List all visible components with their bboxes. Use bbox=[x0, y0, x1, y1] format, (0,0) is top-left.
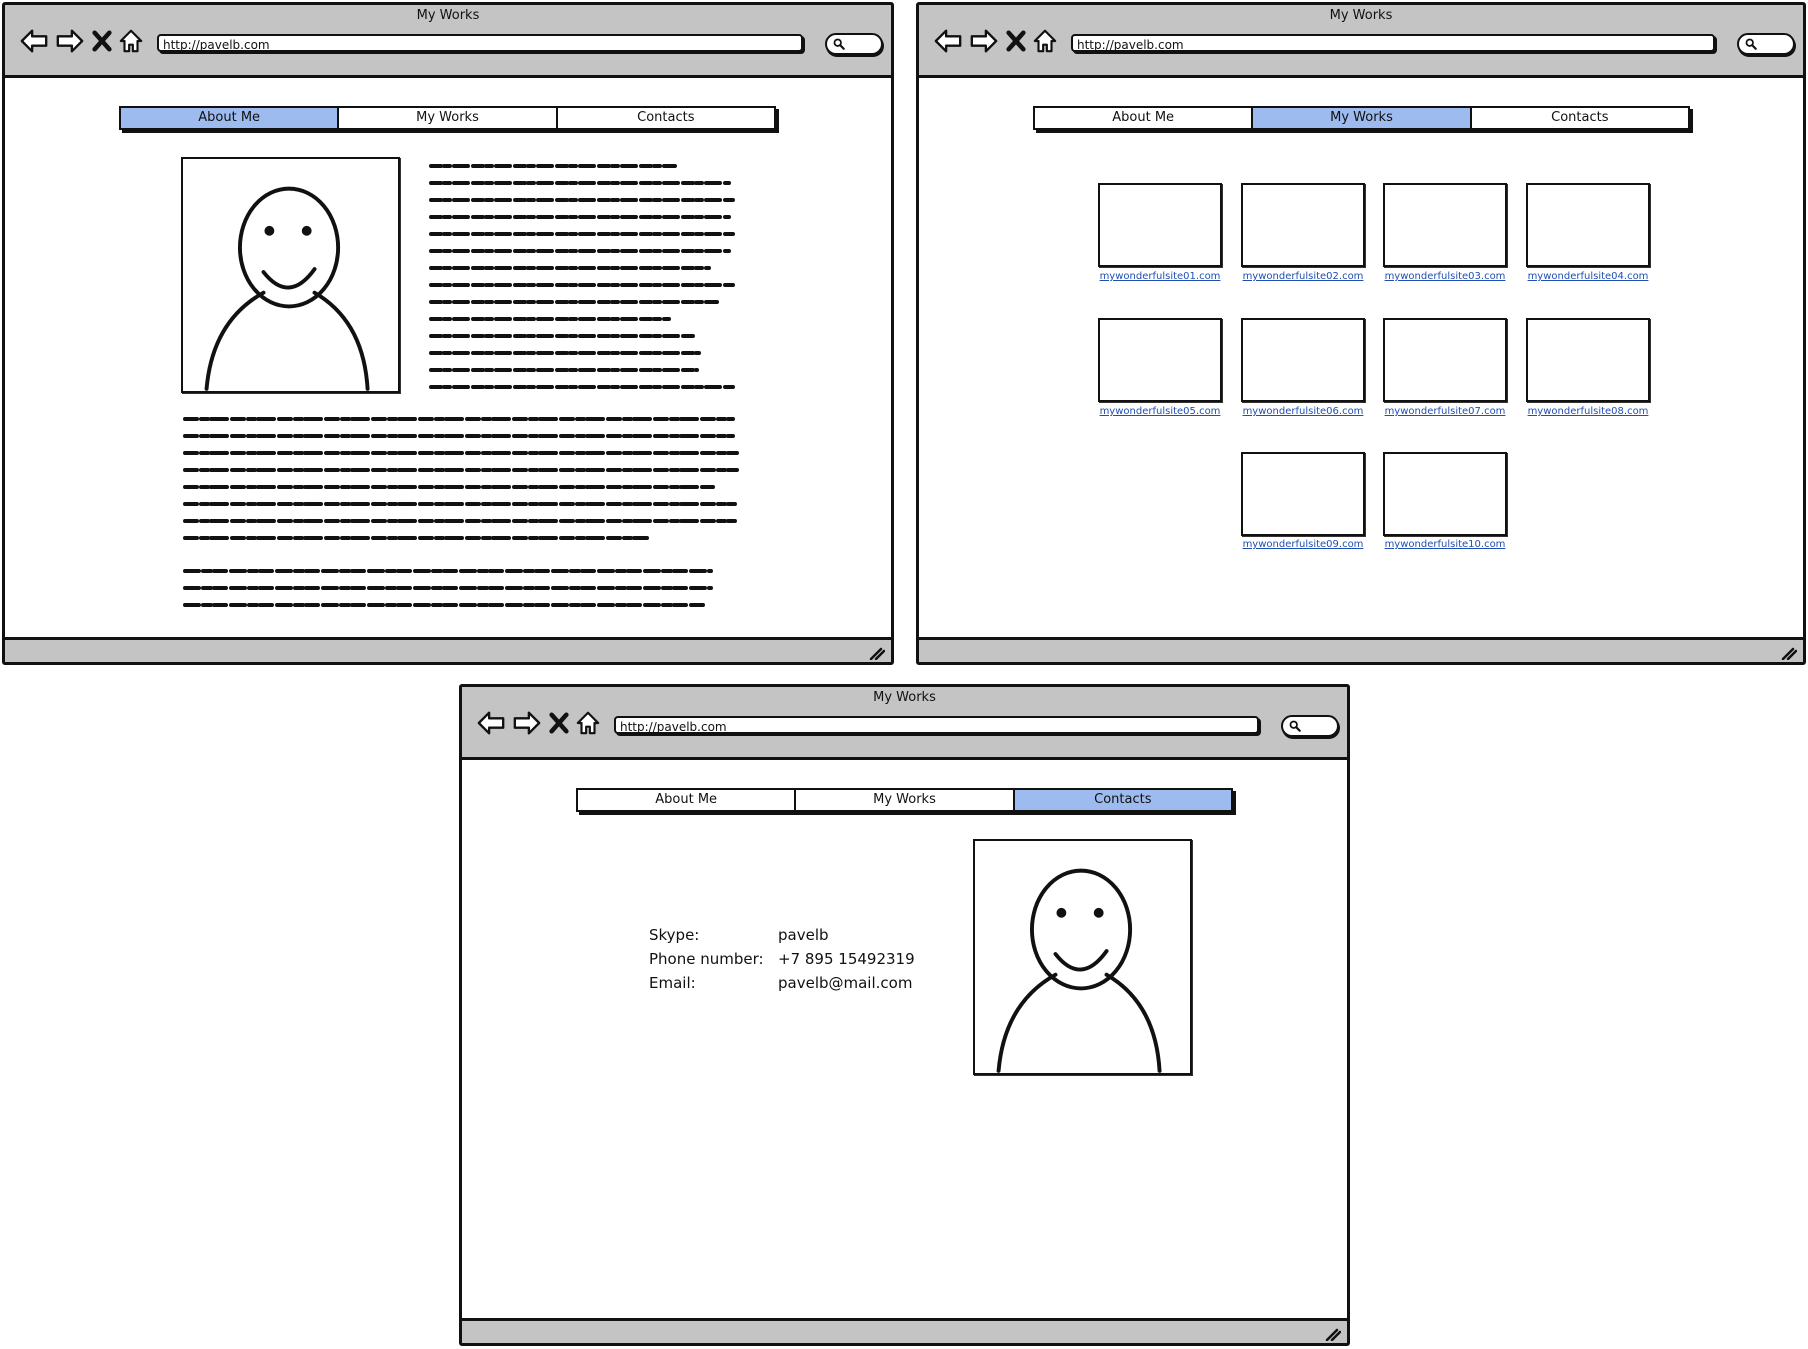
address-bar[interactable]: http://pavelb.com bbox=[614, 716, 1259, 734]
tab-about-me[interactable]: About Me bbox=[121, 108, 340, 128]
placeholder-text-block-right bbox=[429, 164, 735, 389]
profile-photo bbox=[973, 839, 1192, 1075]
work-link[interactable]: mywonderfulsite01.com bbox=[1085, 271, 1235, 282]
search-icon bbox=[1289, 720, 1301, 732]
avatar-placeholder-icon bbox=[183, 159, 398, 391]
search-icon bbox=[1745, 38, 1757, 50]
work-thumbnail[interactable] bbox=[1241, 183, 1365, 267]
work-thumbnail[interactable] bbox=[1098, 183, 1222, 267]
work-link[interactable]: mywonderfulsite04.com bbox=[1513, 271, 1663, 282]
address-bar[interactable]: http://pavelb.com bbox=[157, 34, 803, 52]
tab-contacts[interactable]: Contacts bbox=[558, 108, 774, 128]
contact-label: Phone number: bbox=[649, 950, 764, 968]
status-bar bbox=[462, 1318, 1347, 1343]
stop-icon[interactable] bbox=[89, 25, 115, 57]
contact-details: Skype: pavelb Phone number: +7 895 15492… bbox=[649, 923, 915, 995]
tab-my-works[interactable]: My Works bbox=[796, 790, 1015, 810]
contact-value: pavelb@mail.com bbox=[778, 974, 913, 992]
work-thumbnail[interactable] bbox=[1383, 452, 1507, 536]
forward-arrow-icon[interactable] bbox=[967, 25, 1001, 57]
back-arrow-icon[interactable] bbox=[17, 25, 51, 57]
search-button[interactable] bbox=[1281, 715, 1339, 737]
placeholder-text-block-bottom bbox=[183, 569, 713, 607]
home-icon[interactable] bbox=[1031, 25, 1059, 57]
browser-window-works: My Works http://pavelb.com About Me My W… bbox=[916, 2, 1806, 665]
tab-contacts[interactable]: Contacts bbox=[1014, 790, 1231, 810]
nav-tabs: About Me My Works Contacts bbox=[576, 788, 1233, 812]
address-bar[interactable]: http://pavelb.com bbox=[1071, 34, 1715, 52]
work-link[interactable]: mywonderfulsite03.com bbox=[1370, 271, 1520, 282]
work-thumbnail[interactable] bbox=[1383, 318, 1507, 402]
search-icon bbox=[833, 38, 845, 50]
work-link[interactable]: mywonderfulsite02.com bbox=[1228, 271, 1378, 282]
status-bar bbox=[919, 637, 1803, 662]
stop-icon[interactable] bbox=[546, 707, 572, 739]
work-link[interactable]: mywonderfulsite06.com bbox=[1228, 406, 1378, 417]
work-link[interactable]: mywonderfulsite05.com bbox=[1085, 406, 1235, 417]
forward-arrow-icon[interactable] bbox=[510, 707, 544, 739]
nav-tabs: About Me My Works Contacts bbox=[119, 106, 776, 130]
contact-row-email: Email: pavelb@mail.com bbox=[649, 971, 915, 995]
window-title: My Works bbox=[416, 8, 480, 23]
work-thumbnail[interactable] bbox=[1526, 318, 1650, 402]
resize-grip-icon[interactable] bbox=[869, 646, 885, 660]
forward-arrow-icon[interactable] bbox=[53, 25, 87, 57]
search-button[interactable] bbox=[1737, 33, 1795, 55]
stop-icon[interactable] bbox=[1003, 25, 1029, 57]
browser-window-about: My Works http://pavelb.com About Me My W… bbox=[2, 2, 894, 665]
tab-contacts[interactable]: Contacts bbox=[1472, 108, 1688, 128]
contact-row-skype: Skype: pavelb bbox=[649, 923, 915, 947]
tab-my-works[interactable]: My Works bbox=[339, 108, 558, 128]
contact-row-phone: Phone number: +7 895 15492319 bbox=[649, 947, 915, 971]
contact-value: pavelb bbox=[778, 926, 829, 944]
contact-value: +7 895 15492319 bbox=[778, 950, 915, 968]
browser-toolbar: My Works http://pavelb.com bbox=[919, 5, 1803, 78]
browser-toolbar: My Works http://pavelb.com bbox=[5, 5, 891, 78]
work-thumbnail[interactable] bbox=[1241, 452, 1365, 536]
contact-label: Email: bbox=[649, 974, 696, 992]
resize-grip-icon[interactable] bbox=[1325, 1327, 1341, 1341]
window-title: My Works bbox=[1329, 8, 1393, 23]
work-link[interactable]: mywonderfulsite07.com bbox=[1370, 406, 1520, 417]
work-link[interactable]: mywonderfulsite09.com bbox=[1228, 539, 1378, 550]
home-icon[interactable] bbox=[574, 707, 602, 739]
status-bar bbox=[5, 637, 891, 662]
back-arrow-icon[interactable] bbox=[474, 707, 508, 739]
avatar-placeholder-icon bbox=[975, 841, 1190, 1073]
placeholder-text-block-middle bbox=[183, 417, 739, 540]
resize-grip-icon[interactable] bbox=[1781, 646, 1797, 660]
work-thumbnail[interactable] bbox=[1098, 318, 1222, 402]
work-link[interactable]: mywonderfulsite10.com bbox=[1370, 539, 1520, 550]
tab-about-me[interactable]: About Me bbox=[578, 790, 797, 810]
window-title: My Works bbox=[873, 690, 936, 705]
browser-toolbar: My Works http://pavelb.com bbox=[462, 687, 1347, 760]
back-arrow-icon[interactable] bbox=[931, 25, 965, 57]
home-icon[interactable] bbox=[117, 25, 145, 57]
search-button[interactable] bbox=[825, 33, 883, 55]
browser-window-contacts: My Works http://pavelb.com About Me My W… bbox=[459, 684, 1350, 1346]
nav-tabs: About Me My Works Contacts bbox=[1033, 106, 1690, 130]
tab-my-works[interactable]: My Works bbox=[1253, 108, 1472, 128]
profile-photo bbox=[181, 157, 400, 393]
tab-about-me[interactable]: About Me bbox=[1035, 108, 1254, 128]
work-link[interactable]: mywonderfulsite08.com bbox=[1513, 406, 1663, 417]
work-thumbnail[interactable] bbox=[1241, 318, 1365, 402]
work-thumbnail[interactable] bbox=[1383, 183, 1507, 267]
contact-label: Skype: bbox=[649, 926, 700, 944]
work-thumbnail[interactable] bbox=[1526, 183, 1650, 267]
